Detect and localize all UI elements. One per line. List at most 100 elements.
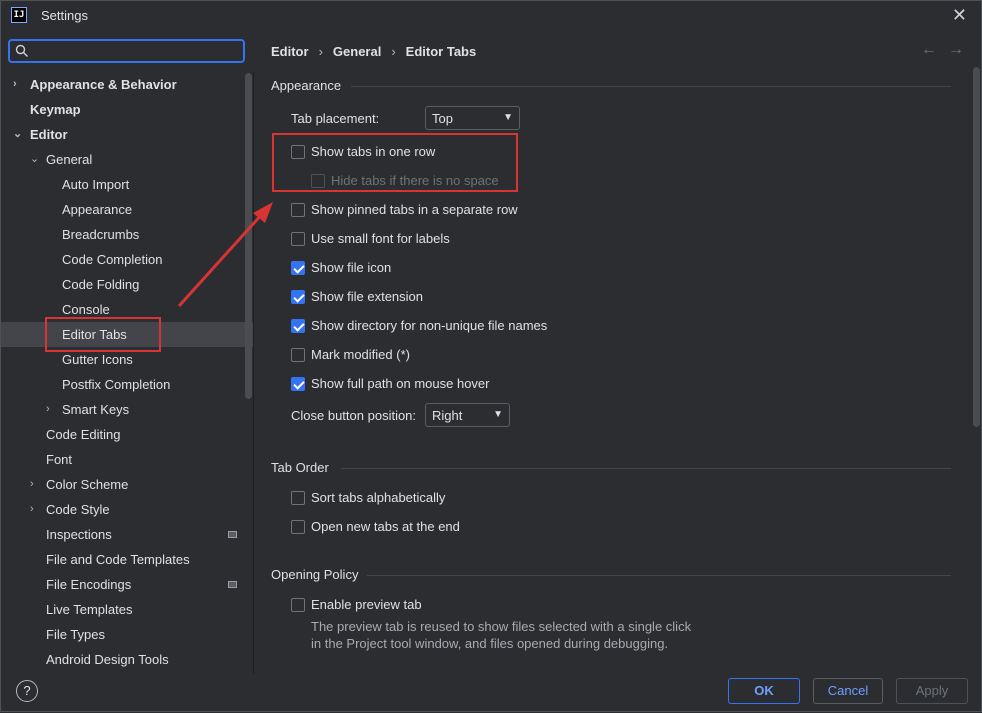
chevron-right-icon[interactable]: › xyxy=(13,72,25,97)
dropdown-arrow-icon: ▼ xyxy=(503,112,513,123)
tree-item-label: File Types xyxy=(46,627,106,642)
breadcrumb-editor[interactable]: Editor xyxy=(271,44,309,59)
tree-item-label: Auto Import xyxy=(62,177,130,192)
tree-item-keymap[interactable]: Keymap xyxy=(1,97,253,122)
close-icon[interactable]: ✕ xyxy=(952,5,967,26)
tree-item-font[interactable]: Font xyxy=(1,447,253,472)
checkbox-box[interactable] xyxy=(291,348,305,362)
checkbox-box[interactable] xyxy=(291,377,305,391)
close-button-position-value: Right xyxy=(432,408,463,423)
tab-placement-dropdown[interactable]: Top ▼ xyxy=(425,106,520,130)
tree-item-color-scheme[interactable]: › Color Scheme xyxy=(1,472,253,497)
checkbox-label: Show file icon xyxy=(311,260,392,275)
checkbox-label: Open new tabs at the end xyxy=(311,519,460,534)
tree-item-code-completion[interactable]: Code Completion xyxy=(1,247,253,272)
chevron-right-icon[interactable]: › xyxy=(30,472,42,497)
tree-item-general[interactable]: ⌄ General xyxy=(1,147,253,172)
tree-item-code-style[interactable]: › Code Style xyxy=(1,497,253,522)
checkbox-box[interactable] xyxy=(291,598,305,612)
tree-item-label: Code Style xyxy=(46,502,110,517)
tree-item-label: Android Design Tools xyxy=(46,652,169,667)
project-settings-icon xyxy=(228,531,237,538)
tree-item-label: Editor xyxy=(30,127,68,142)
forward-arrow-icon[interactable]: → xyxy=(948,41,964,59)
apply-button: Apply xyxy=(896,678,968,704)
checkbox-box[interactable] xyxy=(291,491,305,505)
tree-item-file-and-code-templates[interactable]: File and Code Templates xyxy=(1,547,253,572)
tree-item-editor[interactable]: ⌄ Editor xyxy=(1,122,253,147)
section-separator xyxy=(351,86,951,87)
checkbox-box[interactable] xyxy=(291,203,305,217)
checkbox-label: Use small font for labels xyxy=(311,231,450,246)
tree-item-label: Font xyxy=(46,452,73,467)
preview-help-line-1: The preview tab is reused to show files … xyxy=(311,619,692,634)
checkbox-label: Sort tabs alphabetically xyxy=(311,490,446,505)
intellij-app-icon: IJ xyxy=(11,7,27,23)
tree-item-appearance[interactable]: Appearance xyxy=(1,197,253,222)
tree-item-label: File Encodings xyxy=(46,577,132,592)
settings-window: IJ Settings ✕ › Appearance & Behavior Ke… xyxy=(0,0,982,712)
tree-item-label: General xyxy=(46,152,93,167)
tree-item-code-folding[interactable]: Code Folding xyxy=(1,272,253,297)
section-separator xyxy=(367,575,951,576)
panel-divider[interactable] xyxy=(253,71,254,674)
tree-scrollbar[interactable] xyxy=(245,73,252,399)
tab-placement-value: Top xyxy=(432,111,453,126)
tree-item-label: Live Templates xyxy=(46,602,133,617)
content-scrollbar[interactable] xyxy=(973,67,980,427)
tree-item-label: Color Scheme xyxy=(46,477,129,492)
back-arrow-icon[interactable]: ← xyxy=(921,41,937,59)
tree-item-label: Code Editing xyxy=(46,427,121,442)
tree-item-postfix-completion[interactable]: Postfix Completion xyxy=(1,372,253,397)
breadcrumb-separator: › xyxy=(391,44,396,59)
checkbox-label: Show file extension xyxy=(311,289,424,304)
checkbox-label: Show directory for non-unique file names xyxy=(311,318,548,333)
tree-item-label: Code Folding xyxy=(62,277,140,292)
tree-item-label: Keymap xyxy=(30,102,81,117)
chevron-down-icon[interactable]: ⌄ xyxy=(30,147,42,172)
annotation-box-editor-tabs xyxy=(45,317,161,352)
section-appearance-title: Appearance xyxy=(271,78,342,93)
checkbox-label: Show full path on mouse hover xyxy=(311,376,490,391)
breadcrumb-general[interactable]: General xyxy=(333,44,381,59)
close-button-position-dropdown[interactable]: Right ▼ xyxy=(425,403,510,427)
preview-help-line-2: in the Project tool window, and files op… xyxy=(311,636,669,651)
tab-placement-label: Tab placement: xyxy=(291,111,380,126)
tree-item-android-design-tools[interactable]: Android Design Tools xyxy=(1,647,253,672)
checkbox-label: Show pinned tabs in a separate row xyxy=(311,202,518,217)
help-button[interactable]: ? xyxy=(16,680,38,702)
checkbox-box[interactable] xyxy=(291,232,305,246)
tree-item-auto-import[interactable]: Auto Import xyxy=(1,172,253,197)
ok-button[interactable]: OK xyxy=(728,678,800,704)
annotation-box-show-tabs xyxy=(272,133,518,192)
breadcrumb-editor-tabs: Editor Tabs xyxy=(405,44,477,59)
chevron-right-icon[interactable]: › xyxy=(46,397,58,422)
checkbox-box[interactable] xyxy=(291,290,305,304)
tree-item-label: Postfix Completion xyxy=(62,377,171,392)
tree-item-label: Breadcrumbs xyxy=(62,227,140,242)
section-separator xyxy=(341,468,951,469)
tree-item-file-types[interactable]: File Types xyxy=(1,622,253,647)
tree-item-inspections[interactable]: Inspections xyxy=(1,522,253,547)
cancel-button[interactable]: Cancel xyxy=(813,678,883,704)
tree-item-appearance-behavior[interactable]: › Appearance & Behavior xyxy=(1,72,253,97)
checkbox-box[interactable] xyxy=(291,520,305,534)
breadcrumb-separator: › xyxy=(318,44,323,59)
tree-item-code-editing[interactable]: Code Editing xyxy=(1,422,253,447)
section-opening-policy-title: Opening Policy xyxy=(271,567,359,582)
checkbox-label: Mark modified (*) xyxy=(311,347,410,362)
tree-item-label: Appearance & Behavior xyxy=(30,77,177,92)
tree-item-smart-keys[interactable]: › Smart Keys xyxy=(1,397,253,422)
tree-item-label: Inspections xyxy=(46,527,112,542)
chevron-down-icon[interactable]: ⌄ xyxy=(13,122,25,147)
tree-item-file-encodings[interactable]: File Encodings xyxy=(1,572,253,597)
breadcrumb: Editor › General › Editor Tabs xyxy=(271,44,476,59)
checkbox-box[interactable] xyxy=(291,261,305,275)
settings-search-input[interactable] xyxy=(8,39,245,63)
search-field[interactable] xyxy=(32,42,241,62)
checkbox-box[interactable] xyxy=(291,319,305,333)
tree-item-breadcrumbs[interactable]: Breadcrumbs xyxy=(1,222,253,247)
tree-item-live-templates[interactable]: Live Templates xyxy=(1,597,253,622)
chevron-right-icon[interactable]: › xyxy=(30,497,42,522)
tree-item-label: Appearance xyxy=(62,202,133,217)
